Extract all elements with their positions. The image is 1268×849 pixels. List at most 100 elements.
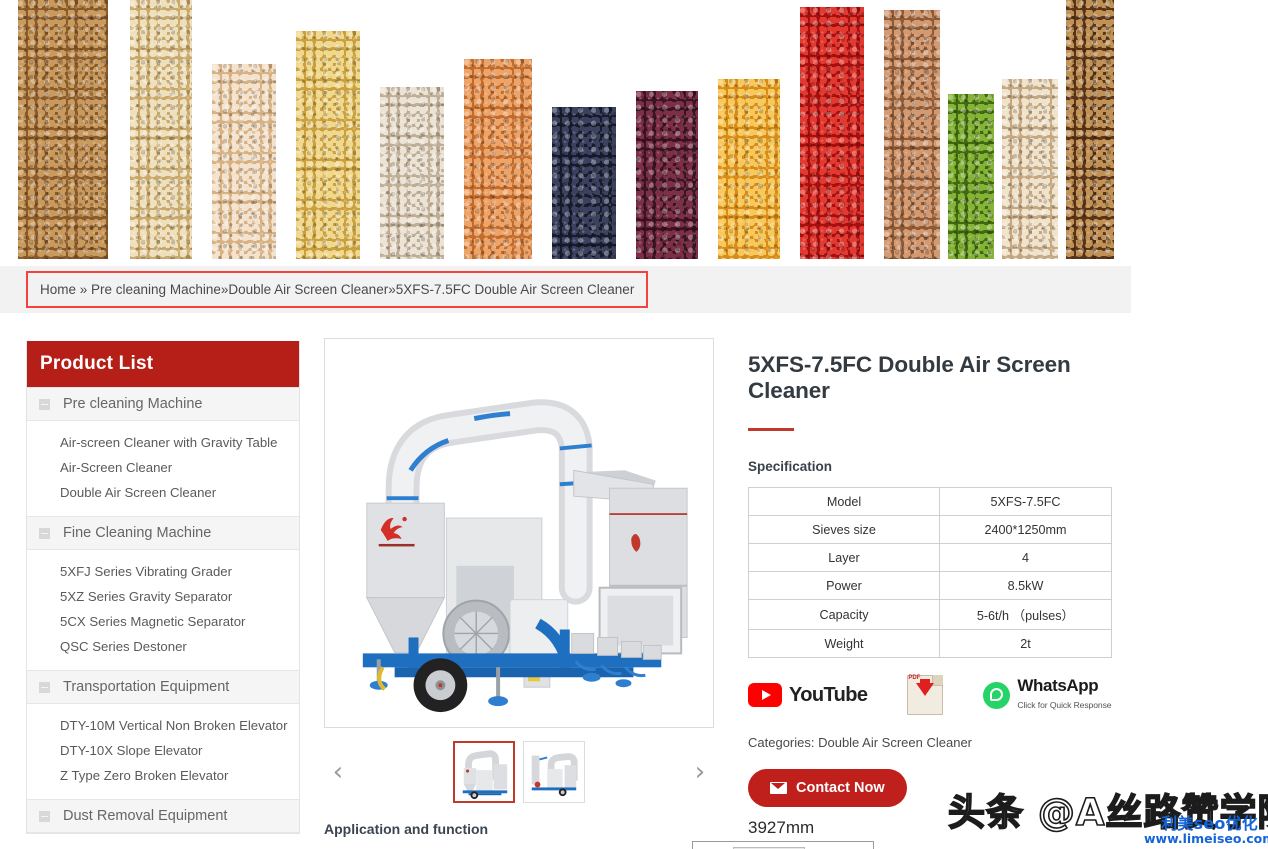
whatsapp-subtitle: Click for Quick Response [1017,700,1112,710]
sidebar-item-group: Air-screen Cleaner with Gravity Table Air… [27,421,299,516]
spec-value: 2400*1250mm [939,515,1112,544]
thumbnail-1[interactable] [453,741,515,803]
grain-strip-10 [800,7,864,259]
sidebar-item[interactable]: 5XZ Series Gravity Separator [27,584,299,609]
collapse-minus-icon [39,681,50,693]
technical-drawing [692,841,874,849]
sidebar-item[interactable]: Air-Screen Cleaner [27,455,299,480]
sidebar-category-4[interactable]: Dust Removal Equipment [27,799,299,833]
pdf-download-icon[interactable]: PDF [907,675,944,715]
pdf-arrow-head [916,683,935,696]
product-detail-page: Home » Pre cleaning Machine»Double Air S… [0,0,1268,849]
spec-key: Layer [748,543,940,572]
product-gallery: ‹ › Application and function [324,338,714,837]
grain-strip-3 [212,64,276,259]
thumbnail-list [453,741,585,803]
grain-strip-5 [380,87,444,259]
contact-now-button[interactable]: Contact Now [748,769,907,807]
sidebar-item[interactable]: 5CX Series Magnetic Separator [27,609,299,634]
grain-banner [0,0,1131,259]
table-row: Weight 2t [748,629,1112,658]
gallery-next-arrow-icon[interactable]: › [686,742,714,802]
grain-strip-13 [1002,79,1058,259]
youtube-button[interactable]: YouTube [748,683,868,707]
sidebar-item[interactable]: 5XFJ Series Vibrating Grader [27,559,299,584]
spec-value: 4 [939,543,1112,572]
whatsapp-text: WhatsApp Click for Quick Response [1017,677,1111,713]
thumbnail-carousel: ‹ › [324,740,714,804]
sidebar-item[interactable]: Double Air Screen Cleaner [27,480,299,505]
grain-strip-12 [948,94,994,259]
table-row: Sieves size 2400*1250mm [748,515,1112,544]
whatsapp-label: WhatsApp [1017,676,1099,696]
sidebar-title: Product List [27,341,299,387]
spec-value: 8.5kW [939,571,1112,600]
breadcrumb-highlight-box: Home » Pre cleaning Machine»Double Air S… [26,271,649,308]
grain-strip-8 [636,91,698,259]
sidebar-category-2[interactable]: Fine Cleaning Machine [27,516,299,550]
grain-strip-11 [884,10,940,259]
sidebar-item[interactable]: QSC Series Destoner [27,634,299,659]
spec-key: Power [748,571,940,600]
sidebar-item[interactable]: Air-screen Cleaner with Gravity Table [27,430,299,455]
sidebar-category-1[interactable]: Pre cleaning Machine [27,387,299,421]
seo-watermark-name: 利美seo优化 [1161,814,1258,833]
collapse-minus-icon [39,398,50,410]
thumbnail-2-image [524,742,582,800]
spec-key: Weight [748,629,940,658]
pdf-label: PDF [908,675,921,681]
seo-watermark-url: www.limeiseo.com [1144,831,1268,847]
grain-strip-14 [1066,0,1114,259]
collapse-minus-icon [39,810,50,822]
sidebar-item[interactable]: DTY-10X Slope Elevator [27,738,299,763]
thumbnail-1-image [455,743,513,801]
sidebar-category-label: Dust Removal Equipment [63,808,228,824]
spec-key: Model [748,487,940,516]
grain-strip-1 [18,0,108,259]
sidebar-item[interactable]: Z Type Zero Broken Elevator [27,763,299,788]
sidebar-category-label: Fine Cleaning Machine [63,525,212,541]
machine-illustration [325,339,713,727]
spec-value: 5-6t/h （pulses） [939,599,1112,630]
grain-strip-6 [464,59,532,259]
envelope-icon [770,782,787,794]
youtube-icon [748,683,782,707]
sidebar-category-3[interactable]: Transportation Equipment [27,670,299,704]
page-title: 5XFS-7.5FC Double Air Screen Cleaner [748,352,1071,403]
specification-heading: Specification [748,459,833,474]
drawing-dimension-label: 3927mm [748,818,815,837]
action-icon-row: YouTube PDF WhatsApp Click for Quick Res… [748,675,1148,715]
whatsapp-button[interactable]: WhatsApp Click for Quick Response [983,677,1112,713]
sidebar-category-label: Transportation Equipment [63,679,230,695]
sidebar-item[interactable]: DTY-10M Vertical Non Broken Elevator [27,713,299,738]
sidebar-category-label: Pre cleaning Machine [63,396,203,412]
specification-table: Model 5XFS-7.5FC Sieves size 2400*1250mm Lay… [748,487,1112,658]
title-underline [748,428,794,431]
table-row: Model 5XFS-7.5FC [748,487,1112,516]
spec-key: Capacity [748,599,940,630]
gallery-prev-arrow-icon[interactable]: ‹ [324,742,352,802]
sidebar-item-group: DTY-10M Vertical Non Broken Elevator DTY-… [27,704,299,799]
table-row: Layer 4 [748,543,1112,572]
collapse-minus-icon [39,527,50,539]
contact-now-label: Contact Now [796,780,885,796]
grain-strip-4 [296,31,360,259]
youtube-label: YouTube [789,683,868,706]
whatsapp-icon [983,681,1011,709]
categories-line[interactable]: Categories: Double Air Screen Cleaner [748,735,1148,750]
grain-strip-7 [552,107,616,259]
application-and-function-heading: Application and function [324,821,489,837]
sidebar-categories: Pre cleaning Machine Air-screen Cleaner w… [27,387,299,833]
spec-value: 5XFS-7.5FC [939,487,1112,516]
breadcrumb[interactable]: Home » Pre cleaning Machine»Double Air S… [40,282,634,297]
main-product-image[interactable] [324,338,714,728]
spec-key: Sieves size [748,515,940,544]
table-row: Power 8.5kW [748,571,1112,600]
thumbnail-2[interactable] [523,741,585,803]
grain-strip-2 [130,0,192,259]
grain-strips [0,0,1131,259]
seo-watermark: 利美seo优化 www.limeiseo.com [1144,815,1268,846]
table-row: Capacity 5-6t/h （pulses） [748,599,1112,630]
product-info-panel: 5XFS-7.5FC Double Air Screen Cleaner Spe… [748,352,1148,807]
sidebar-item-group: 5XFJ Series Vibrating Grader 5XZ Series G… [27,550,299,670]
